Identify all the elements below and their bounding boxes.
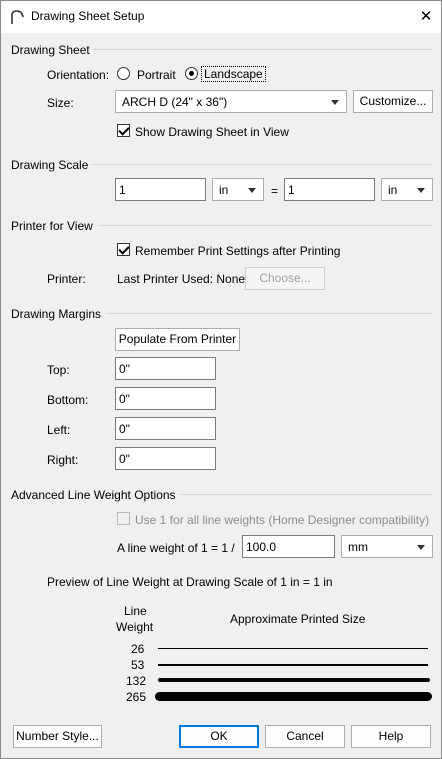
ok-button[interactable]: OK	[179, 725, 259, 748]
printed-size-col-header: Approximate Printed Size	[230, 612, 366, 626]
divider	[181, 494, 433, 495]
margin-top-label: Top:	[47, 363, 70, 377]
weight-preview-line	[158, 678, 430, 682]
divider	[107, 313, 433, 314]
last-printer-text: Last Printer Used: None	[117, 272, 246, 286]
remember-print-label[interactable]: Remember Print Settings after Printing	[135, 244, 340, 258]
chevron-down-icon	[417, 188, 425, 193]
chevron-down-icon	[331, 100, 339, 105]
show-sheet-label[interactable]: Show Drawing Sheet in View	[135, 125, 289, 139]
scale-right-input[interactable]: 1	[284, 178, 375, 201]
line-weight-col-header: Line	[124, 604, 147, 618]
scale-left-unit-value: in	[219, 183, 229, 197]
line-weight-unit-select[interactable]: mm	[341, 535, 433, 558]
chevron-down-icon	[417, 545, 425, 550]
section-drawing-scale: Drawing Scale	[11, 158, 89, 172]
scale-right-unit-value: in	[388, 183, 398, 197]
equals-sign: =	[271, 184, 279, 198]
portrait-radio[interactable]	[117, 67, 130, 80]
line-weight-col-header-2: Weight	[116, 620, 154, 634]
weight-preview-line	[155, 692, 432, 701]
drawing-sheet-setup-dialog: Drawing Sheet Setup ✕ Drawing Sheet Orie…	[0, 0, 442, 759]
divider	[91, 164, 433, 165]
use1-label[interactable]: Use 1 for all line weights (Home Designe…	[135, 513, 429, 527]
margin-right-input[interactable]: 0"	[115, 447, 216, 470]
choose-printer-button[interactable]: Choose...	[245, 267, 325, 290]
margin-bottom-label: Bottom:	[47, 393, 89, 407]
remember-print-checkbox[interactable]	[117, 243, 130, 256]
use1-checkbox[interactable]	[117, 512, 130, 525]
scale-left-unit-select[interactable]: in	[212, 178, 264, 201]
preview-label: Preview of Line Weight at Drawing Scale …	[47, 575, 333, 589]
size-label: Size:	[47, 96, 74, 110]
app-logo-icon	[11, 10, 24, 24]
weight-preview-line	[158, 664, 428, 666]
scale-right-unit-select[interactable]: in	[381, 178, 433, 201]
show-sheet-checkbox[interactable]	[117, 124, 130, 137]
chevron-down-icon	[248, 188, 256, 193]
window-title: Drawing Sheet Setup	[31, 9, 145, 23]
weight-label: 265	[126, 690, 147, 704]
divider	[99, 225, 433, 226]
section-drawing-sheet: Drawing Sheet	[11, 43, 90, 57]
printer-label: Printer:	[47, 272, 86, 286]
title-bar: Drawing Sheet Setup ✕	[1, 1, 441, 33]
size-select[interactable]: ARCH D (24" x 36")	[115, 90, 347, 113]
margin-left-label: Left:	[47, 423, 71, 437]
weight-label: 26	[131, 642, 145, 656]
margin-bottom-input[interactable]: 0"	[115, 387, 216, 410]
weight-label: 53	[131, 658, 145, 672]
line-weight-label: A line weight of 1 = 1 /	[117, 541, 235, 555]
margin-left-input[interactable]: 0"	[115, 417, 216, 440]
line-weight-input[interactable]: 100.0	[242, 535, 335, 558]
weight-label: 132	[126, 674, 147, 688]
help-button[interactable]: Help	[351, 725, 431, 748]
populate-from-printer-button[interactable]: Populate From Printer	[115, 328, 240, 351]
orientation-label: Orientation:	[47, 68, 110, 82]
weight-preview-line	[158, 648, 428, 649]
size-select-value: ARCH D (24" x 36")	[122, 95, 228, 109]
close-icon[interactable]: ✕	[415, 7, 437, 27]
scale-left-input[interactable]: 1	[115, 178, 206, 201]
section-drawing-margins: Drawing Margins	[11, 307, 102, 321]
cancel-button[interactable]: Cancel	[265, 725, 345, 748]
number-style-button[interactable]: Number Style...	[13, 725, 102, 748]
section-printer-for-view: Printer for View	[11, 219, 93, 233]
portrait-label[interactable]: Portrait	[137, 68, 176, 82]
margin-right-label: Right:	[47, 453, 79, 467]
divider	[93, 49, 433, 50]
landscape-radio[interactable]	[185, 67, 198, 80]
line-weight-unit-value: mm	[348, 540, 368, 554]
landscape-label[interactable]: Landscape	[201, 66, 266, 82]
margin-top-input[interactable]: 0"	[115, 357, 216, 380]
section-advanced-line-weight: Advanced Line Weight Options	[11, 488, 176, 502]
customize-button[interactable]: Customize...	[353, 90, 433, 113]
